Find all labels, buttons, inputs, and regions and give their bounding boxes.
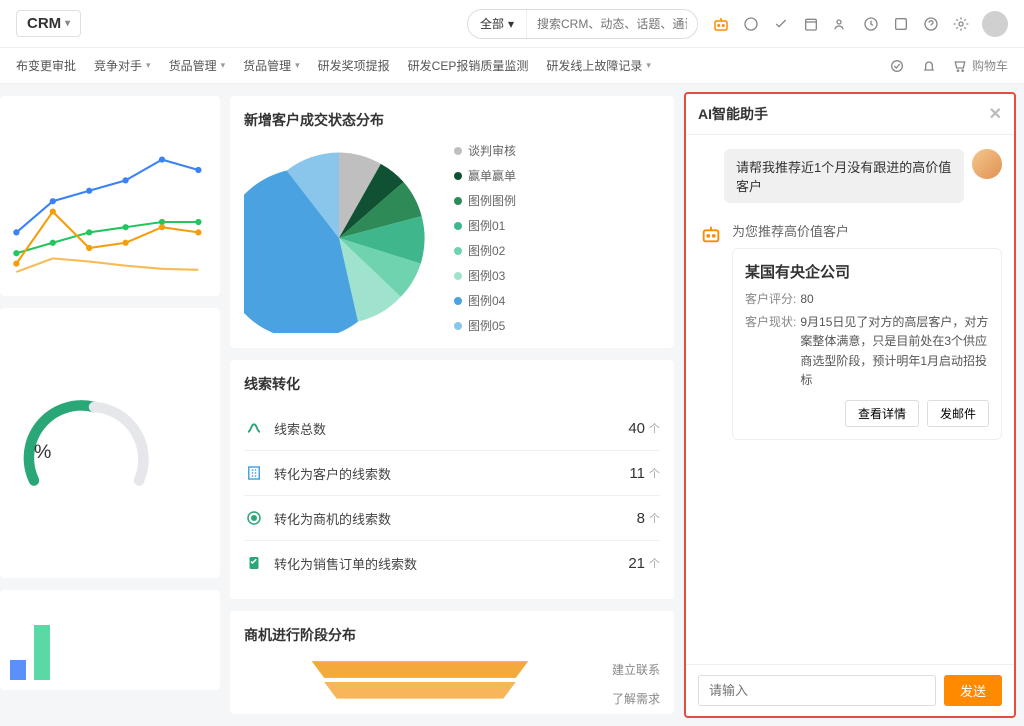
conversion-card: 线索转化 线索总数 40 个 转化为客户的线索数 11 个 转化为商机的线索数 … [230,360,674,599]
user-message-text: 请帮我推荐近1个月没有跟进的高价值客户 [724,149,964,203]
nav-item[interactable]: 布变更审批 [16,57,76,74]
chevron-down-icon: ▾ [646,60,651,71]
building-icon [244,463,264,483]
conversion-row[interactable]: 转化为客户的线索数 11 个 [244,451,660,496]
target-icon [244,508,264,528]
ai-chat-input[interactable] [698,675,936,706]
conversion-row[interactable]: 转化为销售订单的线索数 21 个 [244,541,660,585]
company-name: 某国有央企公司 [745,261,989,282]
score-label: 客户评分: [745,290,796,309]
bell-icon[interactable] [920,57,938,75]
legend-item[interactable]: 谈判审核 [454,142,516,159]
score-value: 80 [800,290,813,309]
path-icon [244,418,264,438]
status-label: 客户现状: [745,313,796,390]
view-detail-button[interactable]: 查看详情 [845,400,919,427]
mini-bar-chart [0,590,220,690]
robot-icon [698,221,724,247]
recommendation-card: 某国有央企公司 客户评分: 80 客户现状: 9月15日见了对方的高层客户，对方… [732,248,1002,440]
chevron-down-icon: ▾ [221,60,226,71]
box-icon[interactable] [892,15,910,33]
nav-item[interactable]: 货品管理▾ [169,57,226,74]
gear-icon[interactable] [952,15,970,33]
user-message: 请帮我推荐近1个月没有跟进的高价值客户 [698,149,1002,203]
chevron-down-icon: ▾ [295,60,300,71]
search-input[interactable] [527,17,697,31]
status-value: 9月15日见了对方的高层客户，对方案整体满意，只是目前处在3个供应商选型阶段，预… [800,313,989,390]
user-avatar [972,149,1002,179]
global-search[interactable]: 全部 ▾ [467,9,698,39]
check-icon[interactable] [772,15,790,33]
app-switcher[interactable]: CRM ▾ [16,10,81,37]
cart-button[interactable]: 购物车 [952,57,1008,74]
pie-card: 新增客户成交状态分布 谈判审核 赢单赢单 [230,96,674,348]
app-name: CRM [27,15,61,32]
conversion-row[interactable]: 转化为商机的线索数 8 个 [244,496,660,541]
refresh-icon[interactable] [888,57,906,75]
robot-icon[interactable] [712,15,730,33]
chevron-down-icon: ▾ [146,60,151,71]
nav-item[interactable]: 竞争对手▾ [94,57,151,74]
nav-item[interactable]: 研发CEP报销质量监测 [408,57,529,74]
legend-item[interactable]: 赢单赢单 [454,167,516,184]
bot-message: 为您推荐高价值客户 某国有央企公司 客户评分: 80 客户现状: 9月15日见了… [698,221,1002,440]
send-email-button[interactable]: 发邮件 [927,400,989,427]
nav-item[interactable]: 研发奖项提报 [318,57,390,74]
help-icon[interactable] [922,15,940,33]
funnel-stage-label: 建立联系 [612,661,660,678]
pie-legend: 谈判审核 赢单赢单 图例图例 图例01 图例02 图例03 图例04 图例05 [454,142,516,334]
bot-intro: 为您推荐高价值客户 [732,221,1002,240]
funnel-title: 商机进行阶段分布 [244,625,660,645]
funnel-stage-label: 了解需求 [612,690,660,707]
users-icon[interactable] [832,15,850,33]
send-button[interactable]: 发送 [944,675,1002,706]
ai-assistant-panel: AI智能助手 ✕ 请帮我推荐近1个月没有跟进的高价值客户 为您推荐高价值客户 某… [684,92,1016,718]
chevron-down-icon: ▾ [65,18,70,29]
close-icon[interactable]: ✕ [989,104,1002,124]
legend-item[interactable]: 图例02 [454,242,516,259]
clipboard-icon [244,553,264,573]
svg-text:%: % [34,441,51,463]
conversion-row[interactable]: 线索总数 40 个 [244,406,660,451]
legend-item[interactable]: 图例03 [454,267,516,284]
pie-title: 新增客户成交状态分布 [244,110,660,130]
legend-item[interactable]: 图例05 [454,317,516,334]
clock-icon[interactable] [862,15,880,33]
funnel-card: 商机进行阶段分布 建立联系 了解需求 [230,611,674,714]
app-header: CRM ▾ 全部 ▾ [0,0,1024,48]
chevron-down-icon: ▾ [508,17,514,31]
header-toolbar [712,11,1008,37]
user-avatar[interactable] [982,11,1008,37]
legend-item[interactable]: 图例04 [454,292,516,309]
gauge-chart: % [0,308,220,578]
nav-row: 布变更审批 竞争对手▾ 货品管理▾ 货品管理▾ 研发奖项提报 研发CEP报销质量… [0,48,1024,84]
ai-panel-title: AI智能助手 [698,104,768,124]
calendar-icon[interactable] [802,15,820,33]
mini-line-chart [0,96,220,296]
nav-item[interactable]: 研发线上故障记录▾ [546,57,651,74]
chat-icon[interactable] [742,15,760,33]
search-scope-dropdown[interactable]: 全部 ▾ [468,10,527,38]
pie-chart [244,143,434,333]
legend-item[interactable]: 图例图例 [454,192,516,209]
legend-item[interactable]: 图例01 [454,217,516,234]
nav-item[interactable]: 货品管理▾ [243,57,300,74]
funnel-chart [244,657,596,707]
conversion-title: 线索转化 [244,374,660,394]
